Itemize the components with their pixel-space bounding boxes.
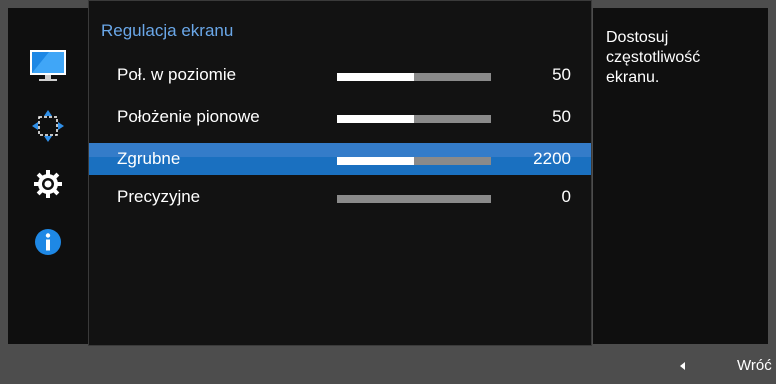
help-text-line: Dostosuj — [606, 29, 669, 46]
move-arrows-icon[interactable] — [28, 106, 68, 146]
level-bar[interactable] — [337, 115, 491, 123]
info-icon[interactable] — [28, 222, 68, 262]
level-fill — [337, 115, 414, 123]
setting-value: 0 — [561, 187, 571, 206]
setting-label: Poł. w poziomie — [117, 65, 237, 84]
main-panel: Regulacja ekranu Poł. w poziomie 50 Poło… — [88, 0, 592, 346]
setting-row-horizontal-position[interactable]: Poł. w poziomie 50 — [89, 59, 591, 91]
setting-row-coarse[interactable]: Zgrubne 2200 — [89, 143, 591, 175]
setting-value: 50 — [552, 107, 571, 126]
setting-label: Zgrubne — [117, 149, 181, 168]
help-panel: Dostosuj częstotliwość ekranu. — [593, 8, 768, 344]
setting-row-fine[interactable]: Precyzyjne 0 — [89, 181, 591, 213]
level-fill — [337, 73, 414, 81]
level-fill — [337, 157, 414, 165]
bottom-bar: Wróć — [0, 346, 776, 384]
help-text-line: częstotliwość — [606, 49, 701, 66]
setting-row-vertical-position[interactable]: Położenie pionowe 50 — [89, 101, 591, 133]
level-bar[interactable] — [337, 73, 491, 81]
monitor-icon[interactable] — [28, 46, 68, 86]
level-bar[interactable] — [337, 157, 491, 165]
left-arrow-icon[interactable] — [680, 362, 685, 370]
level-bar[interactable] — [337, 195, 491, 203]
gear-icon[interactable] — [28, 164, 68, 204]
setting-label: Precyzyjne — [117, 187, 201, 206]
back-button[interactable]: Wróć — [737, 357, 772, 374]
setting-label: Położenie pionowe — [117, 107, 260, 126]
osd-menu: Regulacja ekranu Poł. w poziomie 50 Poło… — [0, 0, 776, 384]
help-text: Dostosuj częstotliwość ekranu. — [606, 28, 756, 88]
setting-value: 2200 — [533, 149, 571, 168]
setting-value: 50 — [552, 65, 571, 84]
help-text-line: ekranu. — [606, 69, 660, 86]
page-title: Regulacja ekranu — [101, 21, 234, 40]
sidebar — [8, 8, 88, 344]
